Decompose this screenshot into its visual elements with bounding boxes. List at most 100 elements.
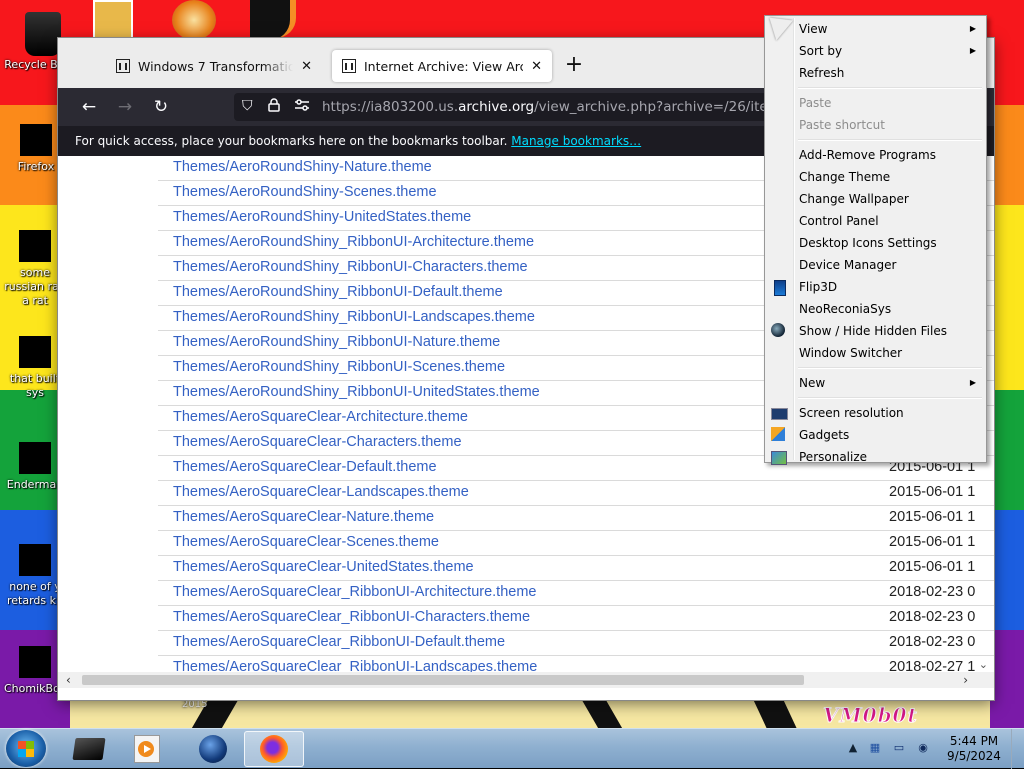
shield-icon[interactable]: ⛉ — [242, 98, 253, 114]
menu-item-change-theme[interactable]: Change Theme — [767, 166, 984, 188]
file-link[interactable]: Themes/AeroSquareClear-Scenes.theme — [173, 534, 439, 550]
menu-item-paste-shortcut[interactable]: Paste shortcut — [767, 114, 984, 136]
file-link[interactable]: Themes/AeroRoundShiny-Scenes.theme — [173, 184, 437, 200]
url-text[interactable]: https://ia803200.us.archive.org/view_arc… — [322, 99, 774, 115]
taskbar-firefox[interactable] — [244, 731, 304, 767]
back-button[interactable]: ← — [78, 96, 100, 118]
menu-item-add-remove-programs[interactable]: Add-Remove Programs — [767, 144, 984, 166]
file-link[interactable]: Themes/AeroSquareClear-UnitedStates.them… — [173, 559, 474, 575]
volume-tray-icon[interactable]: ◉ — [916, 741, 930, 755]
file-link[interactable]: Themes/AeroRoundShiny_RibbonUI-Default.t… — [173, 284, 503, 300]
close-tab-icon[interactable]: ✕ — [531, 59, 542, 74]
clock[interactable]: 5:44 PM 9/5/2024 — [940, 734, 1008, 764]
gadgets-icon — [771, 427, 785, 441]
windows-logo-icon — [18, 741, 34, 757]
horizontal-scrollbar-thumb[interactable] — [82, 675, 804, 685]
file-link[interactable]: Themes/AeroSquareClear-Architecture.them… — [173, 409, 468, 425]
menu-item-label: Add-Remove Programs — [799, 148, 936, 162]
horizontal-scrollbar[interactable]: ‹ › — [58, 672, 994, 688]
file-link[interactable]: Themes/AeroSquareClear-Characters.theme — [173, 434, 462, 450]
file-link[interactable]: Themes/AeroRoundShiny_RibbonUI-Nature.th… — [173, 334, 500, 350]
desktop-icon-label: Enderman — [6, 478, 64, 491]
file-link[interactable]: Themes/AeroSquareClear_RibbonUI-Architec… — [173, 584, 536, 600]
menu-item-screen-resolution[interactable]: Screen resolution — [767, 402, 984, 424]
menu-item-gadgets[interactable]: Gadgets — [767, 424, 984, 446]
show-desktop-button[interactable] — [1011, 729, 1024, 769]
table-row: Themes/AeroSquareClear_RibbonUI-Characte… — [158, 606, 994, 631]
menu-item-flip3d[interactable]: Flip3D — [767, 276, 984, 298]
personalize-icon — [771, 451, 787, 465]
file-date: 2018-02-23 0 — [889, 634, 976, 650]
menu-item-personalize[interactable]: Personalize — [767, 446, 984, 468]
menu-item-label: Paste — [799, 96, 832, 110]
file-link[interactable]: Themes/AeroSquareClear-Nature.theme — [173, 509, 434, 525]
file-link[interactable]: Themes/AeroSquareClear_RibbonUI-Default.… — [173, 634, 505, 650]
submenu-arrow-icon: ▶ — [969, 24, 976, 33]
top-desktop-icon-orb[interactable] — [172, 0, 216, 40]
scroll-right-arrow-icon[interactable]: › — [963, 672, 968, 688]
file-link[interactable]: Themes/AeroRoundShiny_RibbonUI-UnitedSta… — [173, 384, 540, 400]
menu-item-label: Show / Hide Hidden Files — [799, 324, 947, 338]
monitor-tray-icon[interactable]: ▭ — [892, 741, 906, 755]
new-tab-button[interactable]: + — [564, 53, 584, 77]
table-row: Themes/AeroSquareClear_RibbonUI-Default.… — [158, 631, 994, 656]
file-link[interactable]: Themes/AeroSquareClear_RibbonUI-Characte… — [173, 609, 530, 625]
menu-item-show-hide-hidden-files[interactable]: Show / Hide Hidden Files — [767, 320, 984, 342]
table-row: Themes/AeroSquareClear_RibbonUI-Architec… — [158, 581, 994, 606]
tab-title: Internet Archive: View Archive — [364, 58, 524, 74]
menu-item-window-switcher[interactable]: Window Switcher — [767, 342, 984, 364]
taskbar: ▲ ▦ ▭ ◉ 5:44 PM 9/5/2024 — [0, 728, 1024, 769]
lock-icon[interactable] — [268, 98, 280, 116]
scroll-down-arrow-icon[interactable]: ⌄ — [979, 658, 988, 671]
menu-item-desktop-icons-settings[interactable]: Desktop Icons Settings — [767, 232, 984, 254]
menu-item-paste[interactable]: Paste — [767, 92, 984, 114]
menu-item-new[interactable]: New ▶ — [767, 372, 984, 394]
file-link[interactable]: Themes/AeroRoundShiny-Nature.theme — [173, 159, 432, 175]
permissions-icon[interactable] — [294, 98, 310, 116]
file-link[interactable]: Themes/AeroSquareClear-Landscapes.theme — [173, 484, 469, 500]
file-link[interactable]: Themes/AeroRoundShiny_RibbonUI-Character… — [173, 259, 528, 275]
menu-item-label: Personalize — [799, 450, 868, 464]
menu-item-view[interactable]: View ▶ — [767, 18, 984, 40]
menu-item-label: Screen resolution — [799, 406, 904, 420]
file-link[interactable]: Themes/AeroRoundShiny-UnitedStates.theme — [173, 209, 471, 225]
tab-windows7-transformation-pack[interactable]: Windows 7 Transformation Pack ✕ — [106, 50, 322, 82]
menu-item-label: Refresh — [799, 66, 845, 80]
file-link[interactable]: Themes/AeroRoundShiny_RibbonUI-Landscape… — [173, 309, 535, 325]
start-button[interactable] — [6, 730, 46, 767]
forward-button[interactable]: → — [114, 96, 136, 118]
manage-bookmarks-link[interactable]: Manage bookmarks… — [511, 134, 641, 148]
menu-item-label: Desktop Icons Settings — [799, 236, 937, 250]
file-link[interactable]: Themes/AeroRoundShiny_RibbonUI-Architect… — [173, 234, 534, 250]
top-desktop-icon-dark[interactable] — [250, 0, 290, 40]
close-tab-icon[interactable]: ✕ — [301, 59, 312, 74]
reload-button[interactable]: ↻ — [150, 96, 172, 118]
menu-item-label: Gadgets — [799, 428, 850, 442]
menu-item-device-manager[interactable]: Device Manager — [767, 254, 984, 276]
menu-item-label: Paste shortcut — [799, 118, 885, 132]
menu-item-control-panel[interactable]: Control Panel — [767, 210, 984, 232]
network-tray-icon[interactable]: ▦ — [868, 741, 882, 755]
file-link[interactable]: Themes/AeroRoundShiny_RibbonUI-Scenes.th… — [173, 359, 505, 375]
menu-item-neoreconiasys[interactable]: NeoReconiaSys — [767, 298, 984, 320]
menu-separator — [798, 367, 982, 369]
file-date: 2018-02-27 1 — [889, 659, 976, 672]
file-link[interactable]: Themes/AeroSquareClear_RibbonUI-Landscap… — [173, 659, 537, 672]
show-hidden-icons-icon[interactable]: ▲ — [846, 741, 860, 755]
file-link[interactable]: Themes/AeroSquareClear-Default.theme — [173, 459, 437, 475]
menu-item-label: Control Panel — [799, 214, 879, 228]
url-path: /view_archive.php?archive=/26/items/w — [534, 99, 774, 115]
top-desktop-icon-folder[interactable] — [93, 0, 133, 40]
desktop-context-menu[interactable]: View ▶ Sort by ▶ Refresh Paste Paste shortcut A… — [760, 7, 987, 465]
scroll-left-arrow-icon[interactable]: ‹ — [66, 672, 71, 688]
taskbar-app-1[interactable] — [62, 731, 116, 767]
menu-item-refresh[interactable]: Refresh — [767, 62, 984, 84]
menu-item-change-wallpaper[interactable]: Change Wallpaper — [767, 188, 984, 210]
menu-item-sort-by[interactable]: Sort by ▶ — [767, 40, 984, 62]
firefox-icon — [260, 735, 288, 763]
url-bar[interactable]: ⛉ https://ia803200.us.archive.org/view_a… — [234, 93, 774, 121]
taskbar-globe-app[interactable] — [186, 731, 240, 767]
tab-internet-archive-view-archive[interactable]: Internet Archive: View Archive ✕ — [332, 50, 552, 82]
wallpaper-year-label: 2015 — [182, 699, 208, 710]
taskbar-media-player[interactable] — [120, 731, 174, 767]
